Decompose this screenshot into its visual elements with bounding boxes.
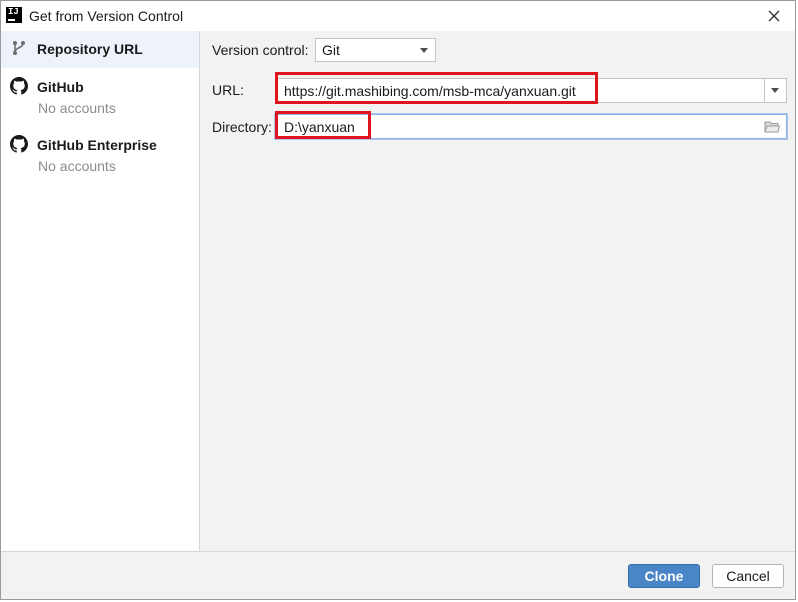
directory-value: D:\yanxuan: [284, 119, 355, 135]
sidebar-item-repository-url[interactable]: Repository URL: [1, 31, 199, 68]
version-control-label: Version control:: [212, 42, 309, 58]
url-input[interactable]: https://git.mashibing.com/msb-mca/yanxua…: [275, 78, 787, 103]
app-icon-text: IJ: [8, 7, 19, 17]
vcs-branch-icon: [13, 41, 25, 55]
dialog-footer: Clone Cancel: [1, 551, 795, 599]
intellij-app-icon: IJ: [6, 7, 22, 23]
title-bar: IJ Get from Version Control: [1, 1, 795, 31]
chevron-down-icon: [420, 48, 428, 53]
version-control-value: Git: [322, 42, 340, 58]
clone-button[interactable]: Clone: [628, 564, 700, 588]
window-title: Get from Version Control: [29, 8, 184, 24]
sidebar-item-label: Repository URL: [37, 41, 143, 57]
close-button[interactable]: [763, 5, 785, 27]
sidebar-item-github[interactable]: GitHub No accounts: [1, 69, 199, 125]
directory-label: Directory:: [212, 119, 272, 135]
sidebar: Repository URL GitHub No accounts GitHub…: [1, 31, 200, 552]
github-icon: [10, 77, 28, 95]
sidebar-item-sublabel: No accounts: [38, 158, 116, 174]
close-icon: [768, 10, 780, 22]
cancel-button[interactable]: Cancel: [712, 564, 784, 588]
sidebar-item-label: GitHub Enterprise: [37, 137, 157, 153]
dialog-window: IJ Get from Version Control Repository U…: [0, 0, 796, 600]
sidebar-item-label: GitHub: [37, 79, 84, 95]
url-history-dropdown[interactable]: [764, 78, 787, 103]
main-panel: Version control: Git URL: https://git.ma…: [200, 31, 795, 552]
url-label: URL:: [212, 82, 244, 98]
sidebar-item-sublabel: No accounts: [38, 100, 116, 116]
sidebar-item-github-enterprise[interactable]: GitHub Enterprise No accounts: [1, 127, 199, 183]
clone-button-label: Clone: [644, 568, 684, 584]
directory-input[interactable]: D:\yanxuan: [275, 114, 787, 139]
version-control-select[interactable]: Git: [315, 38, 436, 62]
folder-icon[interactable]: [764, 120, 780, 134]
url-value: https://git.mashibing.com/msb-mca/yanxua…: [284, 83, 576, 99]
chevron-down-icon: [771, 88, 779, 93]
github-icon: [10, 135, 28, 153]
cancel-button-label: Cancel: [726, 568, 770, 584]
